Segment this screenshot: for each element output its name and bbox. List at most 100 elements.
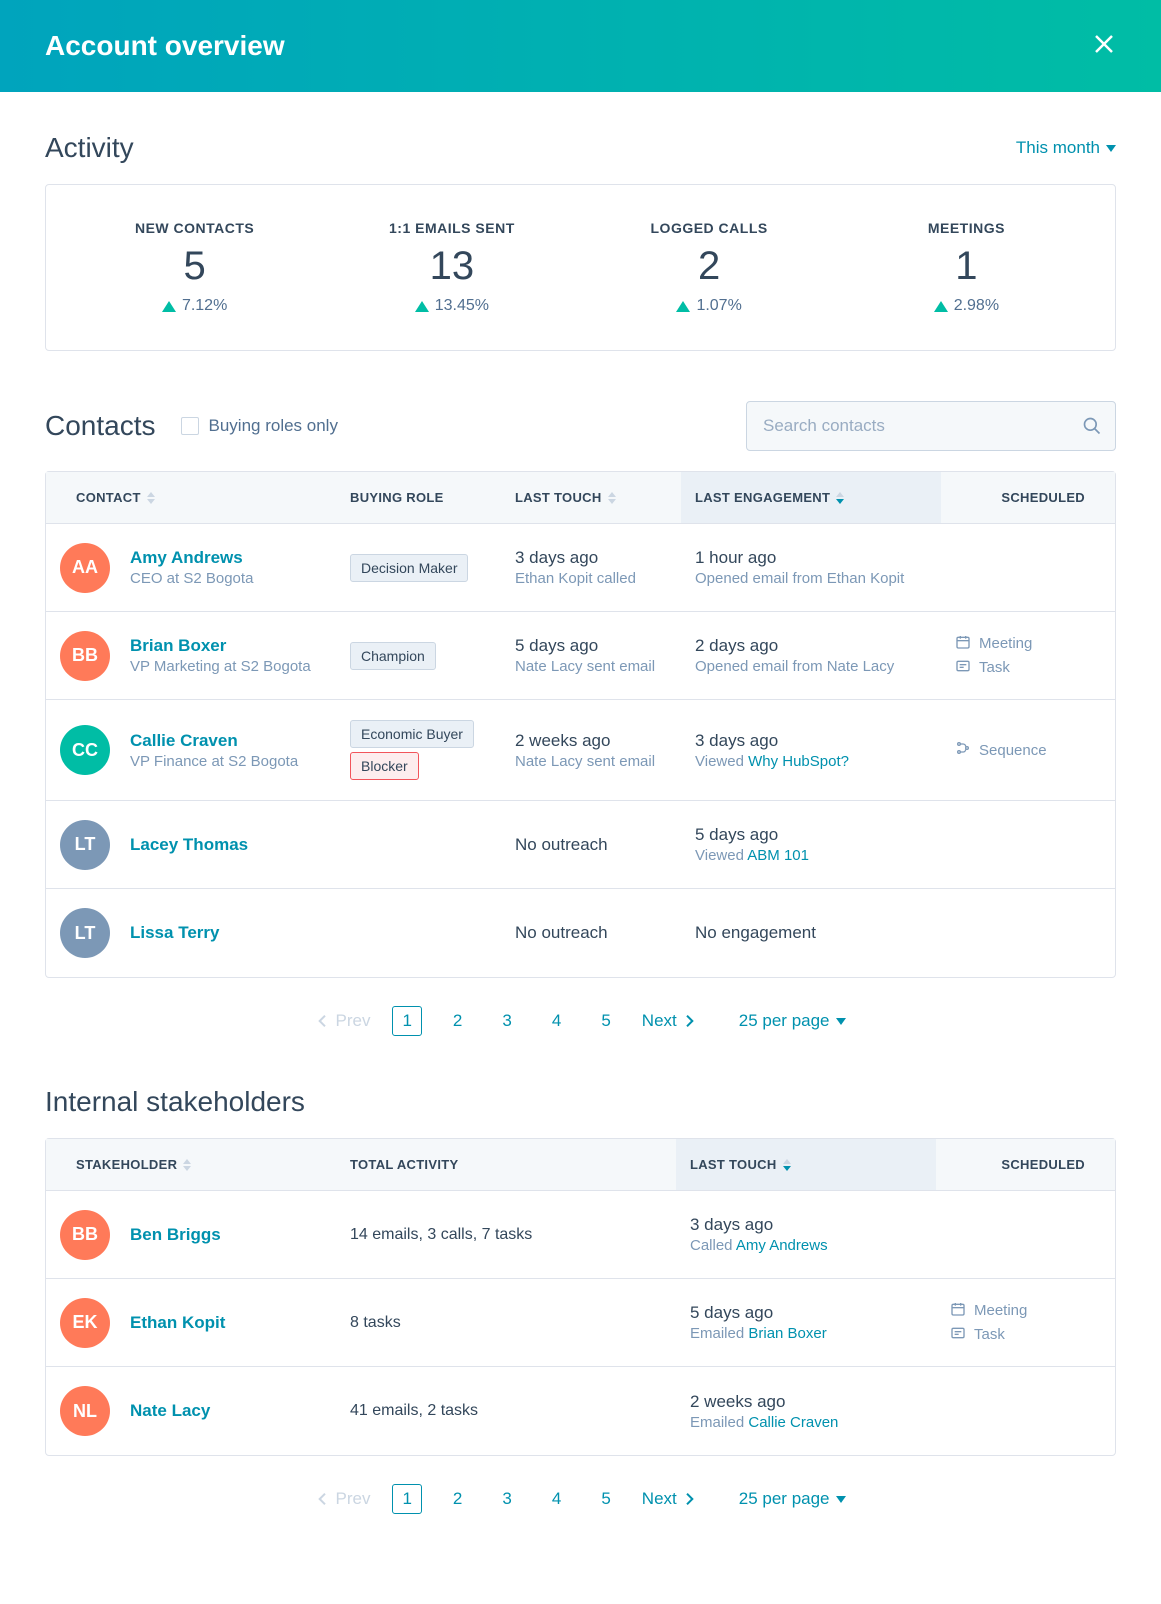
metric-value: 1 — [838, 244, 1095, 289]
page-number[interactable]: 1 — [392, 1006, 421, 1036]
col-total-activity[interactable]: TOTAL ACTIVITY — [336, 1139, 676, 1190]
total-activity: 14 emails, 3 calls, 7 tasks — [336, 1208, 676, 1262]
trend-up-icon — [676, 301, 690, 312]
touch-sub: Nate Lacy sent email — [515, 753, 667, 770]
metric-value: 2 — [581, 244, 838, 289]
table-row: BB Ben Briggs 14 emails, 3 calls, 7 task… — [46, 1191, 1115, 1279]
table-row: BB Brian BoxerVP Marketing at S2 Bogota … — [46, 612, 1115, 700]
table-row: AA Amy AndrewsCEO at S2 Bogota Decision … — [46, 524, 1115, 612]
buying-role-badge: Champion — [350, 642, 436, 670]
pagination-prev[interactable]: Prev — [315, 1011, 370, 1031]
search-contacts-input[interactable] — [746, 401, 1116, 451]
touch-link[interactable]: Amy Andrews — [736, 1237, 828, 1254]
task-icon — [955, 658, 971, 678]
engage-main: 2 days ago — [695, 636, 927, 656]
page-number[interactable]: 1 — [392, 1484, 421, 1514]
stakeholder-name[interactable]: Ben Briggs — [130, 1225, 221, 1245]
col-contact[interactable]: CONTACT — [46, 472, 336, 523]
stakeholders-table: STAKEHOLDER TOTAL ACTIVITY LAST TOUCH SC… — [45, 1138, 1116, 1456]
metric-label: 1:1 EMAILS SENT — [323, 220, 580, 236]
buying-roles-checkbox[interactable] — [181, 417, 199, 435]
buying-roles-label: Buying roles only — [209, 416, 338, 436]
stakeholders-pagination: Prev 12345 Next 25 per page — [45, 1484, 1116, 1514]
metric-card: 1:1 EMAILS SENT 13 13.45% — [323, 220, 580, 315]
page-number[interactable]: 3 — [493, 1007, 520, 1035]
page-number[interactable]: 5 — [592, 1007, 619, 1035]
page-number[interactable]: 3 — [493, 1485, 520, 1513]
buying-role-badge: Economic Buyer — [350, 720, 474, 748]
touch-main: 5 days ago — [690, 1303, 922, 1323]
engage-sub: Viewed ABM 101 — [695, 847, 927, 864]
contact-name[interactable]: Brian Boxer — [130, 636, 311, 656]
engage-link[interactable]: Why HubSpot? — [748, 753, 849, 770]
engage-sub: Opened email from Ethan Kopit — [695, 570, 927, 587]
activity-filter-dropdown[interactable]: This month — [1016, 138, 1116, 158]
buying-role-badge: Blocker — [350, 752, 419, 780]
contacts-pagination: Prev 12345 Next 25 per page — [45, 1006, 1116, 1036]
sort-icon — [183, 1159, 191, 1171]
touch-main: 5 days ago — [515, 636, 667, 656]
trend-up-icon — [934, 301, 948, 312]
task-icon — [950, 1325, 966, 1345]
touch-main: 3 days ago — [690, 1215, 922, 1235]
col-last-touch[interactable]: LAST TOUCH — [501, 472, 681, 523]
stakeholder-name[interactable]: Nate Lacy — [130, 1401, 210, 1421]
modal-header: Account overview — [0, 0, 1161, 92]
col-last-engagement[interactable]: LAST ENGAGEMENT — [681, 472, 941, 523]
page-number[interactable]: 2 — [444, 1485, 471, 1513]
page-number[interactable]: 5 — [592, 1485, 619, 1513]
col-buying-role[interactable]: BUYING ROLE — [336, 472, 501, 523]
page-number[interactable]: 2 — [444, 1007, 471, 1035]
contact-name[interactable]: Lissa Terry — [130, 923, 219, 943]
total-activity: 41 emails, 2 tasks — [336, 1384, 676, 1438]
touch-main: 2 weeks ago — [515, 731, 667, 751]
page-number[interactable]: 4 — [543, 1007, 570, 1035]
metric-label: NEW CONTACTS — [66, 220, 323, 236]
close-icon[interactable] — [1092, 32, 1116, 61]
pagination-prev[interactable]: Prev — [315, 1489, 370, 1509]
touch-sub: Emailed Callie Craven — [690, 1414, 922, 1431]
metric-card: NEW CONTACTS 5 7.12% — [66, 220, 323, 315]
table-row: LT Lissa Terry No outreach No engagement — [46, 889, 1115, 977]
metric-delta: 1.07% — [581, 297, 838, 315]
trend-up-icon — [415, 301, 429, 312]
col-scheduled[interactable]: SCHEDULED — [941, 472, 1115, 523]
col-last-touch[interactable]: LAST TOUCH — [676, 1139, 936, 1190]
metric-value: 13 — [323, 244, 580, 289]
chevron-down-icon — [836, 1018, 846, 1025]
pagination-next[interactable]: Next — [642, 1011, 697, 1031]
contact-name[interactable]: Callie Craven — [130, 731, 298, 751]
engage-link[interactable]: ABM 101 — [747, 847, 809, 864]
page-number[interactable]: 4 — [543, 1485, 570, 1513]
contact-sub: CEO at S2 Bogota — [130, 570, 253, 587]
total-activity: 8 tasks — [336, 1296, 676, 1350]
per-page-dropdown[interactable]: 25 per page — [739, 1489, 846, 1509]
sort-icon — [608, 492, 616, 504]
touch-sub: Emailed Brian Boxer — [690, 1325, 922, 1342]
scheduled-item: Task — [950, 1325, 1005, 1345]
pagination-next[interactable]: Next — [642, 1489, 697, 1509]
touch-link[interactable]: Brian Boxer — [748, 1325, 826, 1342]
stakeholder-name[interactable]: Ethan Kopit — [130, 1313, 225, 1333]
metric-delta: 13.45% — [323, 297, 580, 315]
col-scheduled[interactable]: SCHEDULED — [936, 1139, 1115, 1190]
activity-title: Activity — [45, 132, 134, 164]
contact-name[interactable]: Lacey Thomas — [130, 835, 248, 855]
per-page-dropdown[interactable]: 25 per page — [739, 1011, 846, 1031]
chevron-down-icon — [836, 1496, 846, 1503]
metrics-panel: NEW CONTACTS 5 7.12%1:1 EMAILS SENT 13 1… — [45, 184, 1116, 351]
col-stakeholder[interactable]: STAKEHOLDER — [46, 1139, 336, 1190]
touch-link[interactable]: Callie Craven — [748, 1414, 838, 1431]
metric-card: LOGGED CALLS 2 1.07% — [581, 220, 838, 315]
avatar: AA — [60, 543, 110, 593]
avatar: CC — [60, 725, 110, 775]
contacts-table: CONTACT BUYING ROLE LAST TOUCH LAST ENGA… — [45, 471, 1116, 978]
stakeholders-title: Internal stakeholders — [45, 1086, 305, 1118]
touch-sub: Called Amy Andrews — [690, 1237, 922, 1254]
scheduled-item: Sequence — [955, 740, 1047, 760]
sequence-icon — [955, 740, 971, 760]
contact-sub: VP Marketing at S2 Bogota — [130, 658, 311, 675]
touch-sub: Nate Lacy sent email — [515, 658, 667, 675]
contact-name[interactable]: Amy Andrews — [130, 548, 253, 568]
engage-sub: Viewed Why HubSpot? — [695, 753, 927, 770]
